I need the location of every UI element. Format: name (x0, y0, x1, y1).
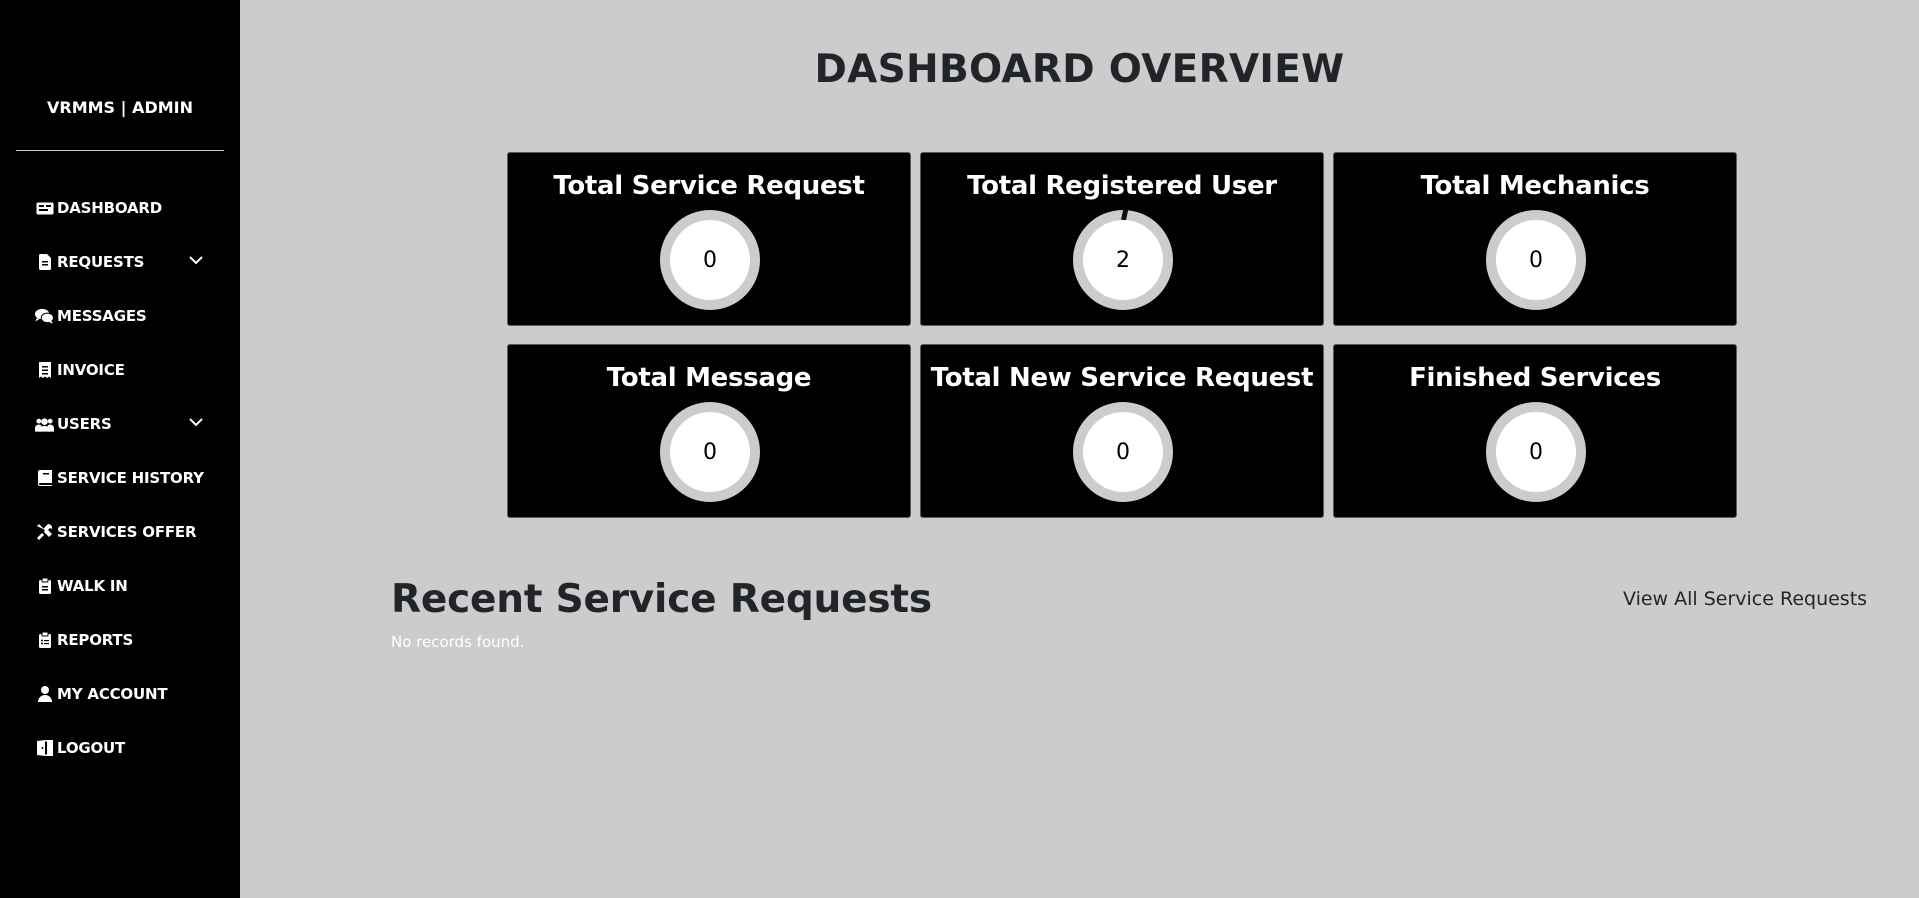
sidebar-item-label: SERVICES OFFER (57, 522, 197, 541)
card-title: Finished Services (1409, 363, 1661, 393)
sidebar-item-invoice[interactable]: INVOICE (0, 343, 240, 397)
card-value: 0 (670, 220, 750, 300)
ring-progress-mark (1121, 208, 1129, 221)
chevron-down-icon[interactable] (188, 414, 204, 430)
sidebar-item-label: MY ACCOUNT (57, 684, 168, 703)
counter-ring: 0 (1073, 402, 1173, 502)
sidebar-item-label: REQUESTS (57, 252, 145, 271)
counter-ring: 2 (1073, 208, 1173, 310)
sidebar-item-messages[interactable]: MESSAGES (0, 289, 240, 343)
sidebar-item-my-account[interactable]: MY ACCOUNT (0, 667, 240, 721)
tools-icon (35, 524, 54, 540)
card-value: 0 (1496, 220, 1576, 300)
sidebar-item-label: DASHBOARD (57, 198, 163, 217)
user-icon (35, 686, 54, 702)
card-title: Total Registered User (967, 171, 1277, 201)
card-title: Total Service Request (553, 171, 865, 201)
sidebar-item-requests[interactable]: REQUESTS (0, 235, 240, 289)
recent-requests-title: Recent Service Requests (391, 577, 932, 622)
card-title: Total New Service Request (930, 363, 1314, 393)
sidebar-item-label: REPORTS (57, 630, 134, 649)
sidebar-divider (16, 150, 224, 151)
card-value: 0 (1083, 412, 1163, 492)
card-title: Total Message (606, 363, 812, 393)
chevron-down-icon[interactable] (188, 252, 204, 268)
sidebar-nav: DASHBOARD REQUESTS MESSAGES INVOICE USER… (0, 181, 240, 775)
stat-card-total-message[interactable]: Total Message 0 (507, 344, 911, 518)
dashboard-icon (35, 200, 54, 216)
sidebar-item-label: INVOICE (57, 360, 125, 379)
sidebar-item-label: MESSAGES (57, 306, 147, 325)
counter-ring: 0 (1486, 402, 1586, 502)
sidebar: VRMMS | ADMIN DASHBOARD REQUESTS MESSAGE… (0, 0, 240, 898)
receipt-icon (35, 362, 54, 378)
brand-title: VRMMS | ADMIN (47, 98, 193, 117)
sidebar-item-reports[interactable]: REPORTS (0, 613, 240, 667)
empty-state-text: No records found. (391, 633, 525, 651)
stat-card-total-mechanics[interactable]: Total Mechanics 0 (1333, 152, 1737, 326)
users-icon (35, 416, 54, 432)
sidebar-item-logout[interactable]: LOGOUT (0, 721, 240, 775)
sidebar-item-label: WALK IN (57, 576, 128, 595)
sidebar-item-walk-in[interactable]: WALK IN (0, 559, 240, 613)
sidebar-item-label: LOGOUT (57, 738, 126, 757)
sidebar-item-service-history[interactable]: SERVICE HISTORY (0, 451, 240, 505)
comments-icon (35, 308, 54, 324)
file-icon (35, 254, 54, 270)
counter-ring: 0 (660, 402, 760, 502)
door-open-icon (35, 740, 54, 756)
stat-card-total-new-service-request[interactable]: Total New Service Request 0 (920, 344, 1324, 518)
card-title: Total Mechanics (1420, 171, 1650, 201)
counter-ring: 0 (660, 210, 760, 310)
stat-card-total-registered-user[interactable]: Total Registered User 2 (920, 152, 1324, 326)
book-icon (35, 470, 54, 486)
card-value: 0 (670, 412, 750, 492)
sidebar-item-dashboard[interactable]: DASHBOARD (0, 181, 240, 235)
stat-card-total-service-request[interactable]: Total Service Request 0 (507, 152, 911, 326)
main-content: DASHBOARD OVERVIEW Total Service Request… (240, 0, 1919, 898)
card-value: 0 (1496, 412, 1576, 492)
stat-card-finished-services[interactable]: Finished Services 0 (1333, 344, 1737, 518)
sidebar-item-services-offer[interactable]: SERVICES OFFER (0, 505, 240, 559)
sidebar-item-users[interactable]: USERS (0, 397, 240, 451)
clipboard-list-icon (35, 632, 54, 648)
sidebar-item-label: SERVICE HISTORY (57, 468, 204, 487)
sidebar-item-label: USERS (57, 414, 112, 433)
view-all-service-requests-link[interactable]: View All Service Requests (1623, 588, 1867, 610)
counter-ring: 0 (1486, 210, 1586, 310)
clipboard-icon (35, 578, 54, 594)
page-title: DASHBOARD OVERVIEW (814, 47, 1345, 92)
card-value: 2 (1083, 220, 1163, 300)
